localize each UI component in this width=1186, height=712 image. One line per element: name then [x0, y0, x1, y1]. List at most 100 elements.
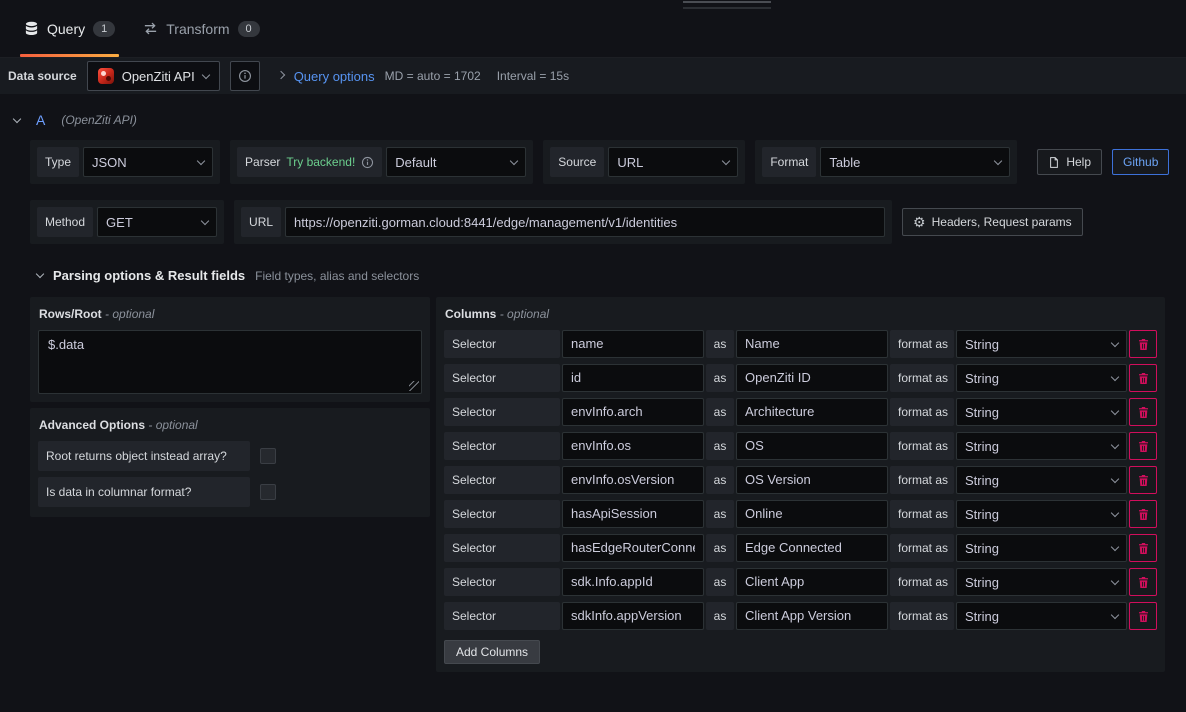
selector-input[interactable]: [562, 568, 704, 596]
parser-value: Default: [395, 155, 436, 170]
advanced-options-header: Advanced Options - optional: [39, 418, 422, 432]
column-format-value: String: [965, 439, 999, 454]
delete-column-button[interactable]: [1129, 534, 1157, 562]
add-columns-button[interactable]: Add Columns: [444, 640, 540, 664]
column-row: Selector as format as String: [444, 466, 1157, 494]
chevron-down-icon: [1111, 372, 1119, 380]
method-select[interactable]: GET: [97, 207, 217, 237]
collapse-chevron-icon[interactable]: [13, 114, 21, 122]
delete-column-button[interactable]: [1129, 466, 1157, 494]
delete-column-button[interactable]: [1129, 568, 1157, 596]
info-circle-icon: [361, 156, 374, 169]
rows-root-input[interactable]: $.data: [38, 330, 422, 394]
query-editor-pane: Query 1 Transform 0 Data source OpenZiti…: [0, 0, 1186, 712]
datasource-help-button[interactable]: [230, 61, 260, 91]
headers-request-params-button[interactable]: Headers, Request params: [902, 208, 1083, 236]
alias-input[interactable]: [736, 500, 888, 528]
editor-tabbar: Query 1 Transform 0: [0, 0, 1186, 58]
url-input[interactable]: [285, 207, 885, 237]
resize-handle-icon[interactable]: [409, 381, 419, 391]
columnar-format-checkbox[interactable]: [260, 484, 276, 500]
datasource-picker[interactable]: OpenZiti API: [87, 61, 220, 91]
delete-column-button[interactable]: [1129, 330, 1157, 358]
github-button-label: Github: [1123, 155, 1158, 169]
as-label: as: [706, 398, 734, 426]
column-row: Selector as format as String: [444, 568, 1157, 596]
delete-column-button[interactable]: [1129, 602, 1157, 630]
selector-label: Selector: [444, 398, 560, 426]
delete-column-button[interactable]: [1129, 432, 1157, 460]
format-field-group: Format Table: [755, 140, 1017, 184]
root-returns-object-checkbox[interactable]: [260, 448, 276, 464]
columnar-format-label: Is data in columnar format?: [38, 477, 250, 507]
delete-column-button[interactable]: [1129, 364, 1157, 392]
format-as-label: format as: [890, 534, 954, 562]
selector-input[interactable]: [562, 398, 704, 426]
trash-icon: [1137, 610, 1150, 623]
resize-grip[interactable]: [683, 1, 771, 9]
chevron-down-icon: [1111, 576, 1119, 584]
options-row-2: Method GET URL Headers, Request params: [30, 200, 1165, 244]
alias-input[interactable]: [736, 568, 888, 596]
datasource-toolbar: Data source OpenZiti API Query options M…: [0, 58, 1186, 94]
selector-input[interactable]: [562, 330, 704, 358]
github-button[interactable]: Github: [1112, 149, 1169, 175]
rows-root-panel: Rows/Root - optional $.data: [30, 297, 430, 402]
trash-icon: [1137, 338, 1150, 351]
alias-input[interactable]: [736, 398, 888, 426]
format-select[interactable]: Table: [820, 147, 1010, 177]
alias-input[interactable]: [736, 602, 888, 630]
help-button[interactable]: Help: [1037, 149, 1102, 175]
selector-input[interactable]: [562, 500, 704, 528]
query-ref-id[interactable]: A: [36, 112, 45, 128]
alias-input[interactable]: [736, 432, 888, 460]
parser-select[interactable]: Default: [386, 147, 526, 177]
column-format-select[interactable]: String: [956, 398, 1127, 426]
column-format-value: String: [965, 371, 999, 386]
column-format-select[interactable]: String: [956, 500, 1127, 528]
format-as-label: format as: [890, 432, 954, 460]
selector-input[interactable]: [562, 432, 704, 460]
parser-field-group: Parser Try backend! Default: [230, 140, 533, 184]
delete-column-button[interactable]: [1129, 398, 1157, 426]
column-format-select[interactable]: String: [956, 330, 1127, 358]
selector-input[interactable]: [562, 364, 704, 392]
column-format-select[interactable]: String: [956, 534, 1127, 562]
alias-input[interactable]: [736, 330, 888, 358]
chevron-down-icon: [1111, 338, 1119, 346]
alias-input[interactable]: [736, 364, 888, 392]
selector-input[interactable]: [562, 534, 704, 562]
as-label: as: [706, 364, 734, 392]
column-format-select[interactable]: String: [956, 602, 1127, 630]
column-row: Selector as format as String: [444, 432, 1157, 460]
tab-query[interactable]: Query 1: [10, 0, 129, 57]
parser-label: Parser Try backend!: [237, 147, 382, 177]
method-value: GET: [106, 215, 133, 230]
database-icon: [24, 21, 39, 36]
trash-icon: [1137, 406, 1150, 419]
tab-transform[interactable]: Transform 0: [129, 0, 273, 57]
column-format-select[interactable]: String: [956, 466, 1127, 494]
source-select[interactable]: URL: [608, 147, 738, 177]
columns-rows: Selector as format as String Selector as…: [444, 330, 1157, 630]
selector-input[interactable]: [562, 466, 704, 494]
trash-icon: [1137, 576, 1150, 589]
as-label: as: [706, 466, 734, 494]
column-format-select[interactable]: String: [956, 364, 1127, 392]
chevron-down-icon: [510, 156, 518, 164]
type-label: Type: [37, 147, 79, 177]
alias-input[interactable]: [736, 466, 888, 494]
collapse-chevron-icon[interactable]: [36, 270, 44, 278]
column-format-select[interactable]: String: [956, 568, 1127, 596]
selector-label: Selector: [444, 500, 560, 528]
column-format-select[interactable]: String: [956, 432, 1127, 460]
selector-input[interactable]: [562, 602, 704, 630]
query-options-link[interactable]: Query options: [294, 69, 375, 84]
max-data-points-stat: MD = auto = 1702: [385, 69, 481, 83]
alias-input[interactable]: [736, 534, 888, 562]
column-format-value: String: [965, 575, 999, 590]
headers-button-label: Headers, Request params: [932, 215, 1072, 229]
type-select[interactable]: JSON: [83, 147, 213, 177]
delete-column-button[interactable]: [1129, 500, 1157, 528]
chevron-down-icon: [994, 156, 1002, 164]
